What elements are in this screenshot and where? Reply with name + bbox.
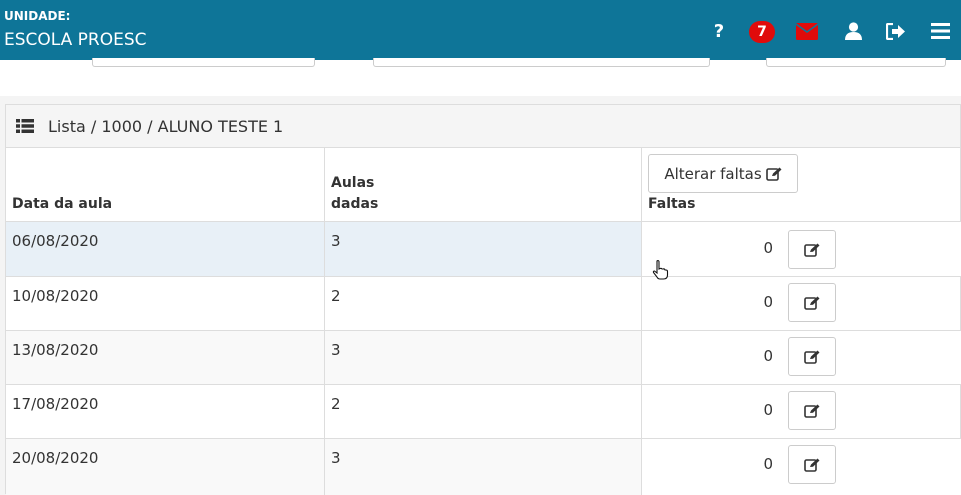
question-icon[interactable]: ? [709,20,729,42]
filter-field[interactable] [92,58,315,67]
cell-absences: 0 [763,401,773,419]
cell-absences: 0 [763,455,773,473]
table-row[interactable]: 17/08/2020 2 0 [6,385,961,439]
table-row[interactable]: 06/08/2020 3 0 [6,222,961,277]
column-divider [324,148,325,495]
table-row[interactable]: 13/08/2020 3 0 [6,331,961,385]
edit-icon [804,243,820,257]
edit-icon [804,296,820,310]
header-absences: Faltas [648,196,696,212]
filter-field[interactable] [373,58,710,67]
alter-absences-button[interactable]: Alterar faltas [648,154,798,193]
panel-heading: Lista / 1000 / ALUNO TESTE 1 [6,105,960,148]
cell-date: 17/08/2020 [12,395,99,413]
cell-classes: 3 [331,341,341,359]
edit-absence-button[interactable] [788,391,836,430]
panel-title: Lista / 1000 / ALUNO TESTE 1 [48,116,284,136]
edit-absence-button[interactable] [788,283,836,322]
cell-date: 13/08/2020 [12,341,99,359]
unit-name: ESCOLA PROESC [4,30,147,50]
edit-icon [804,458,820,472]
cell-classes: 3 [331,232,341,250]
cell-classes: 2 [331,287,341,305]
sign-out-icon[interactable] [885,20,907,42]
cell-date: 06/08/2020 [12,232,99,250]
cell-date: 10/08/2020 [12,287,99,305]
user-icon[interactable] [843,20,863,42]
notification-badge[interactable]: 7 [749,21,775,43]
edit-icon [804,350,820,364]
attendance-panel: Lista / 1000 / ALUNO TESTE 1 Data da aul… [5,104,961,495]
table-row[interactable]: 20/08/2020 3 0 [6,439,961,495]
envelope-icon[interactable] [796,20,818,42]
edit-absence-button[interactable] [788,230,836,269]
cell-classes: 2 [331,395,341,413]
cell-classes: 3 [331,449,341,467]
top-navbar: UNIDADE: ESCOLA PROESC ? 7 [0,0,961,60]
cell-absences: 0 [763,293,773,311]
header-classes: Aulas dadas [331,175,379,212]
table-row[interactable]: 10/08/2020 2 0 [6,277,961,331]
bars-menu-icon[interactable] [929,20,951,42]
edit-icon [765,167,782,181]
edit-absence-button[interactable] [788,337,836,376]
filter-field[interactable] [766,58,946,67]
list-icon [16,119,34,133]
filter-strip [0,58,961,96]
edit-icon [804,404,820,418]
hand-pointer-cursor-icon [652,260,669,280]
header-date: Data da aula [12,196,113,212]
edit-absence-button[interactable] [788,445,836,484]
table-header-row: Data da aula Aulas dadas Faltas Alterar … [6,148,961,222]
cell-absences: 0 [763,239,773,257]
unit-label: UNIDADE: [4,9,71,23]
cell-absences: 0 [763,347,773,365]
cell-date: 20/08/2020 [12,449,99,467]
column-divider [641,148,642,495]
